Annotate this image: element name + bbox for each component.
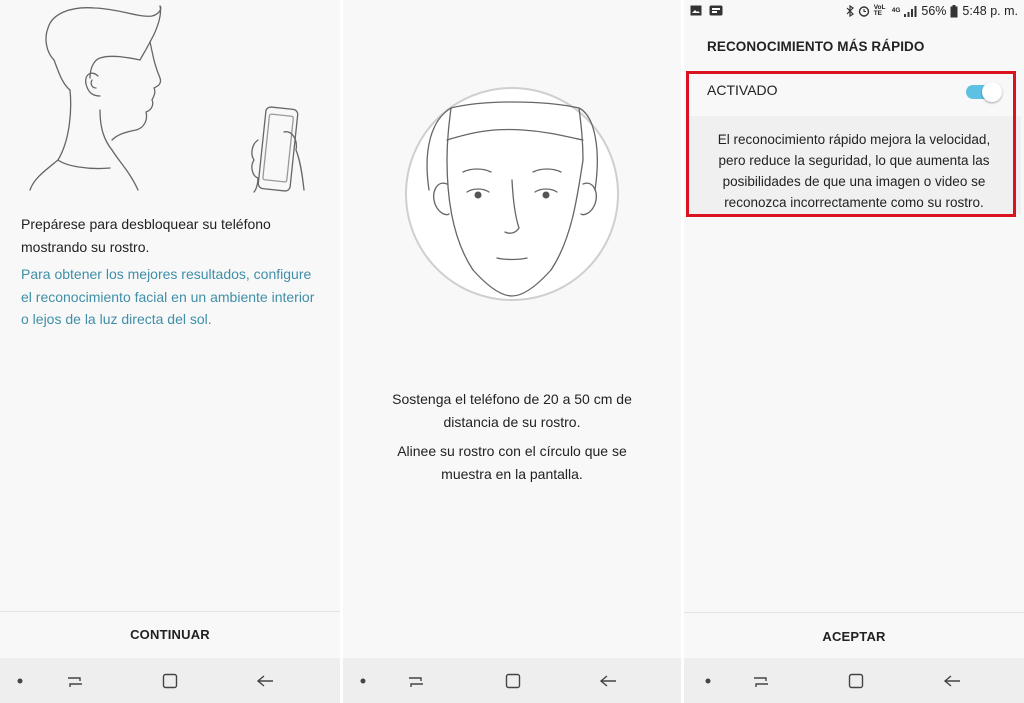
instruction-text: Prepárese para desbloquear su teléfono m… [21,216,271,255]
recent-apps-icon[interactable] [60,658,90,703]
back-icon[interactable] [937,658,967,703]
signal-icon [904,5,917,17]
distance-instruction-text: Sostenga el teléfono de 20 a 50 cm de di… [392,391,632,430]
bluetooth-icon [846,5,854,17]
nav-dot-icon[interactable] [696,658,720,703]
lighting-hint-text: Para obtener los mejores resultados, con… [21,266,315,327]
battery-percent: 56% [921,4,947,18]
panel-face-intro: Prepárese para desbloquear su teléfono m… [0,0,340,703]
navigation-bar [0,658,340,703]
person-holding-phone-illustration [29,5,305,193]
page-title: RECONOCIMIENTO MÁS RÁPIDO [707,39,925,54]
alarm-icon [858,6,869,17]
nav-dot-icon[interactable] [8,658,32,703]
continue-button[interactable]: CONTINUAR [0,610,340,658]
accept-button[interactable]: ACEPTAR [684,612,1024,660]
navigation-bar [343,658,681,703]
face-in-circle-illustration [405,87,619,301]
recent-apps-icon[interactable] [401,658,431,703]
network-type: 4G [891,6,901,14]
home-icon[interactable] [841,658,871,703]
nav-dot-icon[interactable] [351,658,375,703]
volte-badge: VoLTE [873,3,886,17]
notification-icon [709,5,723,16]
highlight-annotation-box [686,71,1016,217]
home-icon[interactable] [498,658,528,703]
status-bar: VoLTE 4G 56% 5:48 p. m. [684,0,1024,26]
status-time: 5:48 p. m. [962,4,1018,18]
battery-icon [950,4,958,17]
navigation-bar [684,658,1024,703]
back-icon[interactable] [250,658,280,703]
home-icon[interactable] [155,658,185,703]
gallery-icon [690,5,702,16]
align-instruction-text: Alinee su rostro con el círculo que se m… [397,443,627,482]
recent-apps-icon[interactable] [746,658,776,703]
back-icon[interactable] [593,658,623,703]
panel-face-align: Sostenga el teléfono de 20 a 50 cm de di… [343,0,681,703]
